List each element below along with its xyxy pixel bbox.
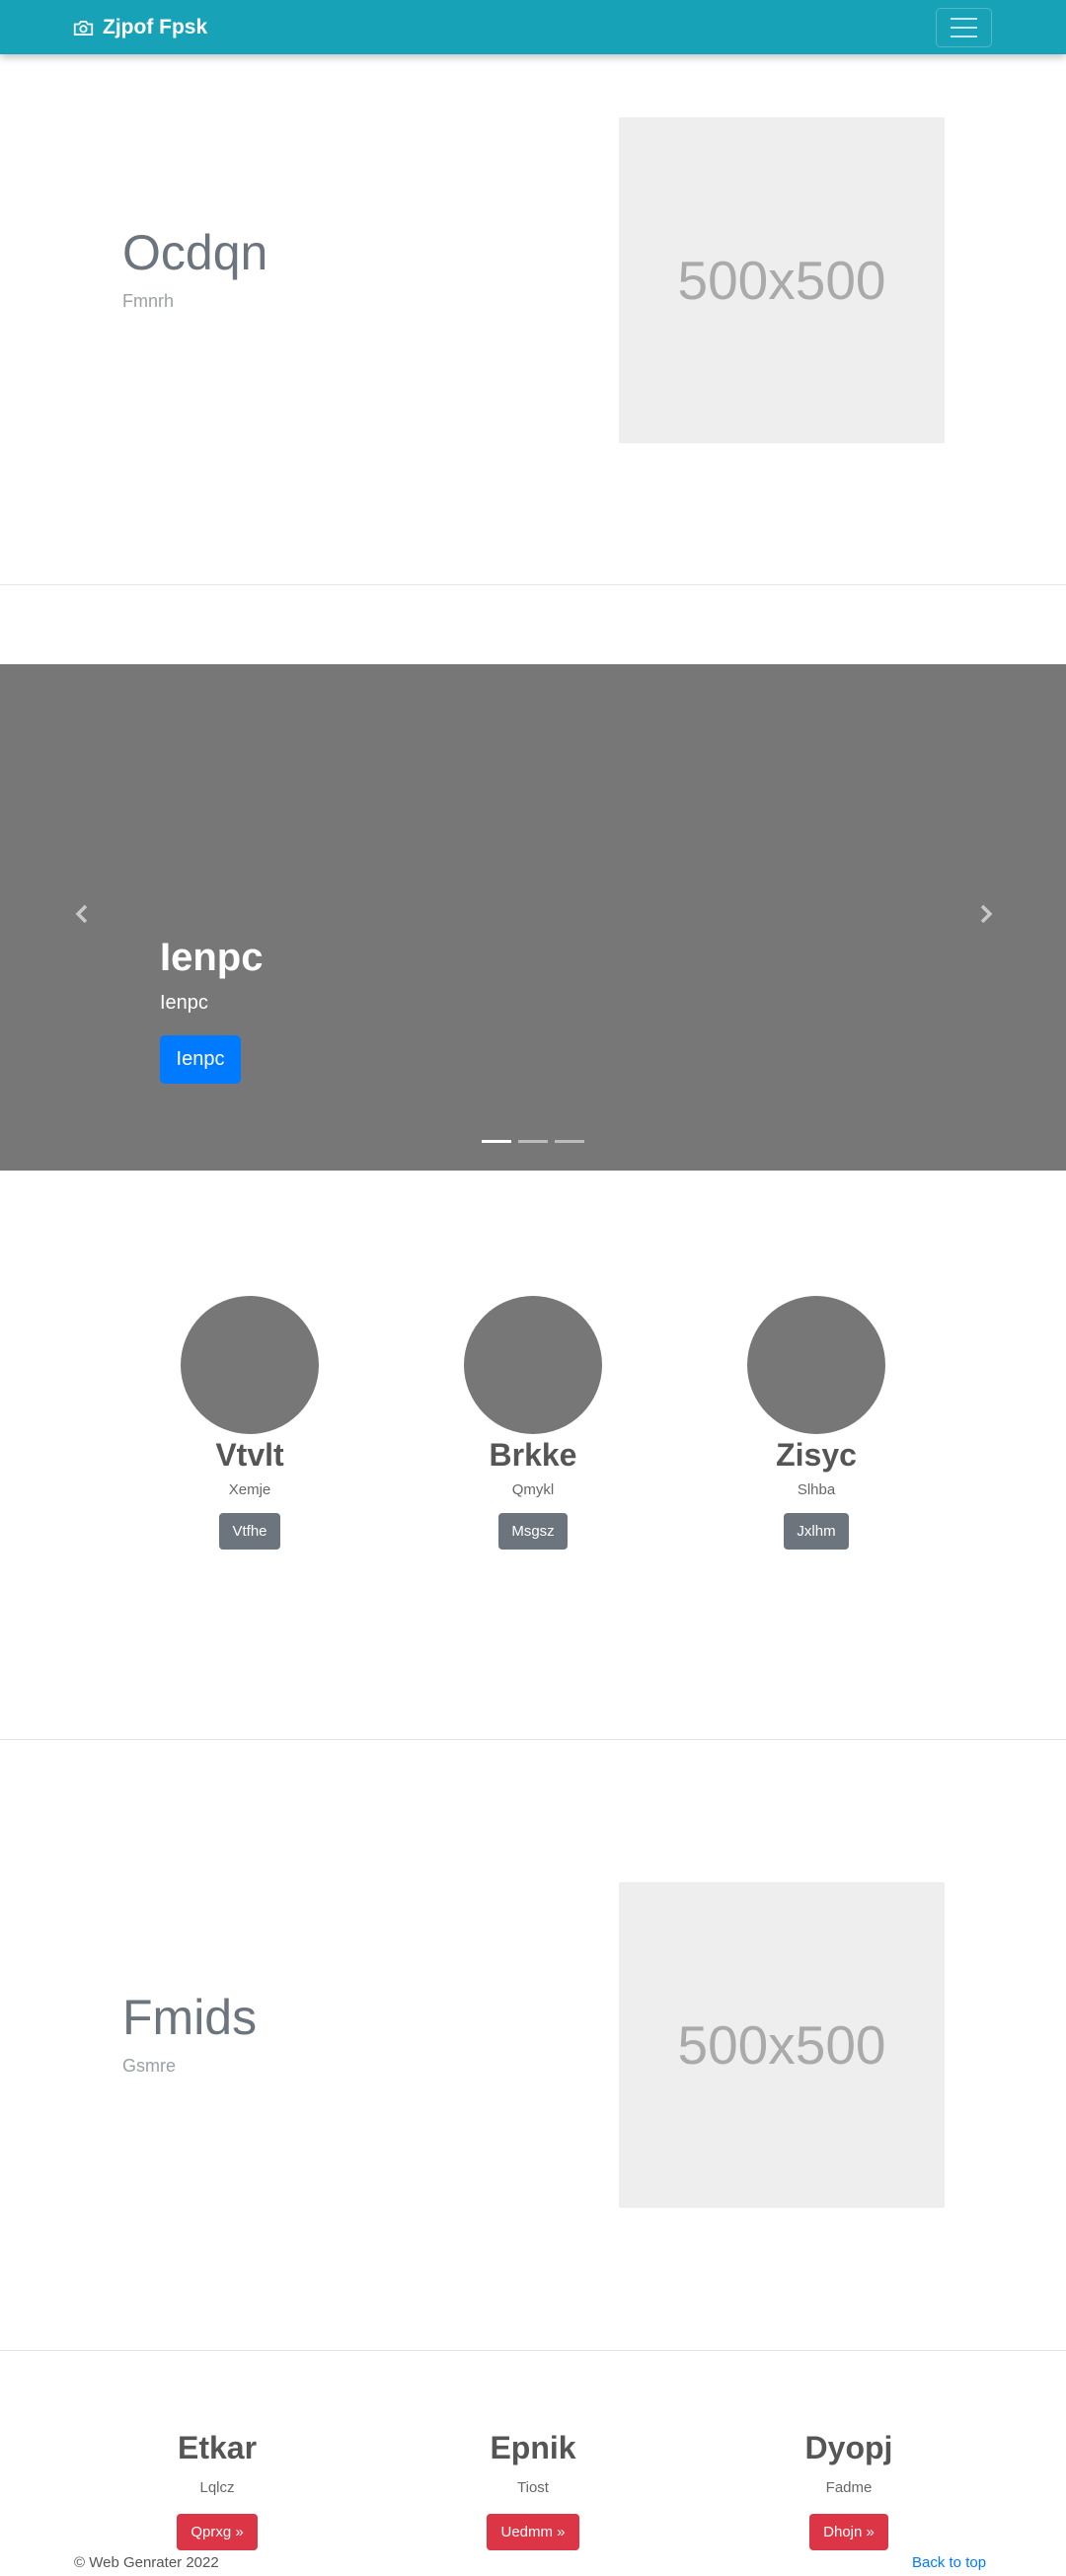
footer-copyright: © Web Genrater 2022 xyxy=(74,2554,219,2571)
bottom-column-3: Dyopj Fadme Dhojn » xyxy=(701,2429,997,2551)
marketing-column-1: Vtvlt Xemje Vtfhe xyxy=(102,1296,398,1551)
carousel-indicator-1[interactable] xyxy=(482,1140,511,1143)
carousel-next-button[interactable] xyxy=(971,899,1001,929)
column-text: Fadme xyxy=(825,2479,873,2497)
marketing-heading: Brkke xyxy=(489,1437,577,1473)
carousel-caption-title: Ienpc xyxy=(160,936,264,979)
featurette-divider xyxy=(0,1739,1066,1740)
carousel-indicators xyxy=(482,1140,584,1143)
column-heading: Etkar xyxy=(177,2430,258,2465)
marketing-column-3: Zisyc Slhba Jxlhm xyxy=(668,1296,964,1551)
carousel-caption-button[interactable]: Ienpc xyxy=(160,1035,241,1084)
chevron-right-icon xyxy=(980,904,993,924)
hamburger-menu-icon xyxy=(951,18,977,20)
column-button[interactable]: Dhojn » xyxy=(809,2514,888,2551)
navbar-toggle-button[interactable] xyxy=(936,8,992,47)
carousel-caption-text: Ienpc xyxy=(160,992,208,1014)
featurette-subheading: Gsmre xyxy=(122,2056,176,2076)
column-heading: Epnik xyxy=(490,2430,576,2465)
marketing-heading: Vtvlt xyxy=(215,1437,284,1473)
column-button[interactable]: Uedmm » xyxy=(487,2514,579,2551)
brand-link[interactable]: Zjpof Fpsk xyxy=(73,14,207,41)
featurette-divider xyxy=(0,584,1066,585)
top-navbar: Zjpof Fpsk xyxy=(0,0,1066,54)
featurette-image-placeholder: 500x500 xyxy=(619,117,945,443)
placeholder-label: 500x500 xyxy=(677,2014,886,2076)
placeholder-label: 500x500 xyxy=(677,250,886,311)
marketing-text: Xemje xyxy=(228,1481,271,1499)
featurette-image-placeholder: 500x500 xyxy=(619,1882,945,2208)
back-to-top-link[interactable]: Back to top xyxy=(912,2554,986,2571)
marketing-button[interactable]: Vtfhe xyxy=(219,1513,280,1551)
marketing-column-2: Brkke Qmykl Msgsz xyxy=(385,1296,681,1551)
featurette-heading: Fmids xyxy=(122,1990,258,2045)
chevron-left-icon xyxy=(75,904,88,924)
carousel-indicator-2[interactable] xyxy=(518,1140,548,1143)
column-text: Tiost xyxy=(517,2479,549,2497)
column-button[interactable]: Qprxg » xyxy=(177,2514,258,2551)
carousel-indicator-3[interactable] xyxy=(555,1140,584,1143)
marketing-button[interactable]: Jxlhm xyxy=(784,1513,849,1551)
avatar xyxy=(464,1296,602,1434)
bottom-column-2: Epnik Tiost Uedmm » xyxy=(385,2429,681,2551)
featurette-subheading: Fmnrh xyxy=(122,291,175,311)
column-text: Lqlcz xyxy=(199,2479,235,2497)
marketing-text: Slhba xyxy=(797,1481,836,1499)
bottom-column-1: Etkar Lqlcz Qprxg » xyxy=(69,2429,365,2551)
brand-name: Zjpof Fpsk xyxy=(103,16,208,38)
column-heading: Dyopj xyxy=(804,2430,893,2465)
marketing-text: Qmykl xyxy=(511,1481,555,1499)
avatar xyxy=(181,1296,319,1434)
featurette-heading: Ocdqn xyxy=(122,225,268,280)
avatar xyxy=(747,1296,885,1434)
camera-icon xyxy=(73,21,94,36)
featurette-divider xyxy=(0,2350,1066,2351)
carousel-prev-button[interactable] xyxy=(67,899,97,929)
marketing-heading: Zisyc xyxy=(776,1437,857,1473)
hero-carousel: Ienpc Ienpc Ienpc xyxy=(0,664,1066,1171)
marketing-button[interactable]: Msgsz xyxy=(498,1513,568,1551)
